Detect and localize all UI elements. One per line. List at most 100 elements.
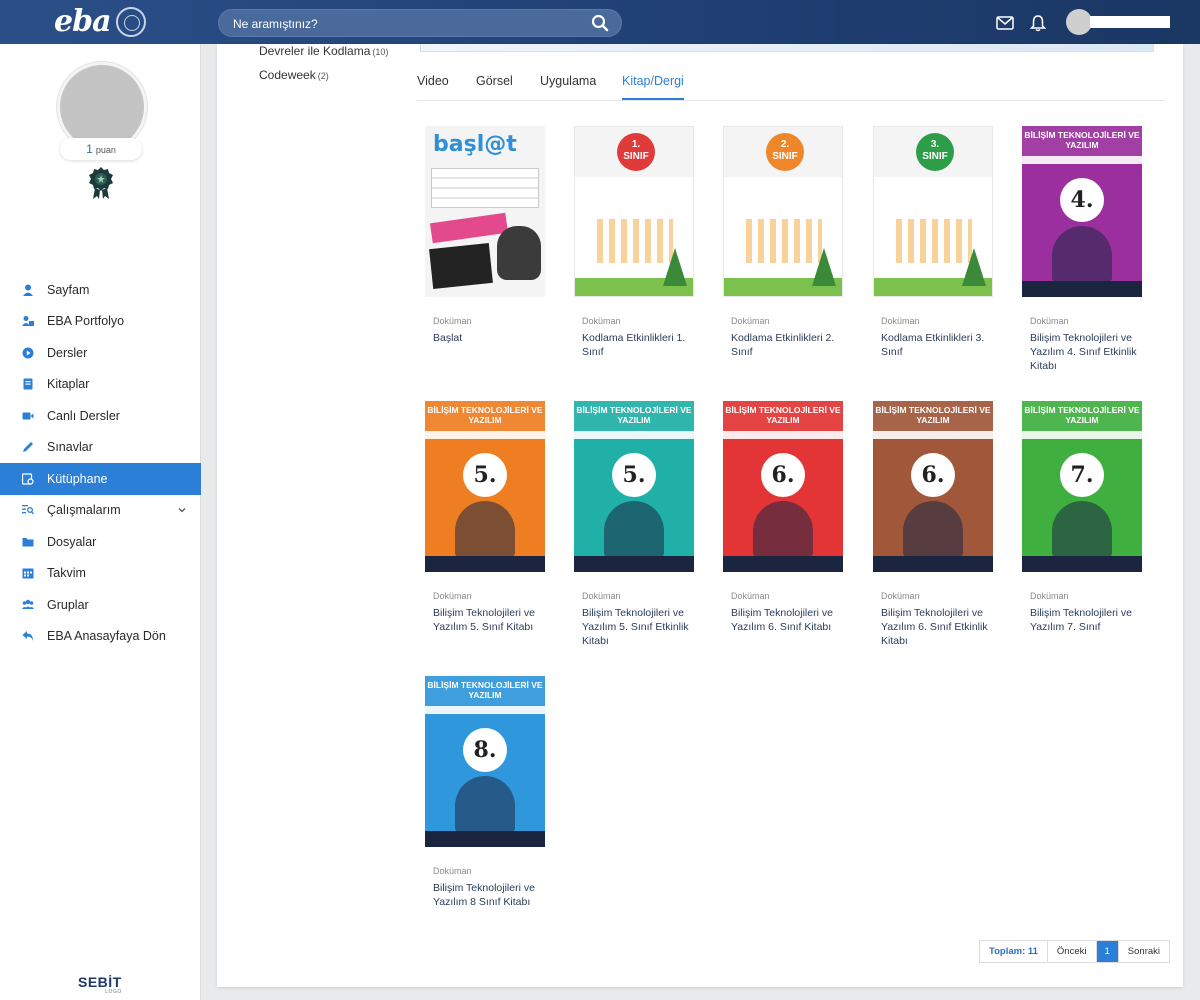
cover-band — [425, 556, 545, 572]
card-type: Doküman — [1030, 591, 1069, 601]
document-card[interactable]: 5. BİLİŞİM TEKNOLOJİLERİ VE YAZILIM Doküma… — [574, 401, 704, 647]
document-card[interactable]: 6. BİLİŞİM TEKNOLOJİLERİ VE YAZILIM Doküma… — [873, 401, 1003, 647]
sidebar-item-kitaplar[interactable]: Kitaplar — [0, 369, 201, 401]
cover-strip — [574, 431, 694, 439]
sidebar-item-kütüphane[interactable]: Kütüphane — [0, 463, 201, 495]
eba-logo[interactable]: eba — [54, 4, 112, 39]
card-title[interactable]: Bilişim Teknolojileri ve Yazılım 7. Sını… — [1030, 606, 1142, 634]
card-title[interactable]: Bilişim Teknolojileri ve Yazılım 5. Sını… — [582, 606, 694, 648]
sebit-logo: SEBİT LOGO — [78, 974, 122, 995]
list-search-icon — [22, 505, 34, 515]
tab-gorsel[interactable]: Görsel — [476, 74, 513, 98]
card-type: Doküman — [731, 591, 770, 601]
card-title[interactable]: Bilişim Teknolojileri ve Yazılım 6. Sını… — [881, 606, 993, 648]
sidebar-item-canlı-dersler[interactable]: Canlı Dersler — [0, 400, 201, 432]
sidebar-item-dersler[interactable]: Dersler — [0, 337, 201, 369]
cover-strip — [1022, 156, 1142, 164]
play-circle-icon — [22, 347, 34, 359]
pencil-icon — [23, 442, 33, 453]
card-type: Doküman — [731, 316, 770, 326]
pagination-prev-button[interactable]: Önceki — [1048, 941, 1097, 962]
document-card[interactable]: 7. BİLİŞİM TEKNOLOJİLERİ VE YAZILIM Doküma… — [1022, 401, 1152, 633]
book-cover[interactable]: 4. BİLİŞİM TEKNOLOJİLERİ VE YAZILIM — [1022, 126, 1142, 297]
document-card[interactable]: 2. SINIF Doküman Kodlama Etkinlikleri 2. S… — [723, 126, 853, 358]
sidebar-item-label: Canlı Dersler — [47, 408, 120, 423]
tab-uygulama[interactable]: Uygulama — [540, 74, 596, 98]
document-card[interactable]: 3. SINIF Doküman Kodlama Etkinlikleri 3. S… — [873, 126, 1003, 358]
cover-illustration — [455, 501, 515, 557]
sidebar-item-eba-portfolyo[interactable]: EBA Portfolyo — [0, 306, 201, 338]
category-item[interactable]: Codeweek (2) — [259, 68, 388, 92]
book-cover[interactable]: 8. BİLİŞİM TEKNOLOJİLERİ VE YAZILIM — [425, 676, 545, 847]
book-cover[interactable]: 5. BİLİŞİM TEKNOLOJİLERİ VE YAZILIM — [574, 401, 694, 572]
sidebar-item-label: Dosyalar — [47, 534, 97, 549]
card-title[interactable]: Bilişim Teknolojileri ve Yazılım 5. Sını… — [433, 606, 545, 634]
card-title[interactable]: Kodlama Etkinlikleri 2. Sınıf — [731, 331, 843, 359]
book-cover[interactable]: 6. BİLİŞİM TEKNOLOJİLERİ VE YAZILIM — [723, 401, 843, 572]
document-card[interactable]: 4. BİLİŞİM TEKNOLOJİLERİ VE YAZILIM Doküma… — [1022, 126, 1152, 372]
card-title[interactable]: Başlat — [433, 331, 545, 345]
category-count: (10) — [372, 47, 389, 57]
book-cover[interactable]: 7. BİLİŞİM TEKNOLOJİLERİ VE YAZILIM — [1022, 401, 1142, 572]
search-icon[interactable] — [591, 14, 609, 32]
chevron-down-icon[interactable] — [177, 505, 187, 515]
sidebar-item-gruplar[interactable]: Gruplar — [0, 589, 201, 621]
sidebar-item-dosyalar[interactable]: Dosyalar — [0, 526, 201, 558]
book-cover[interactable]: 1. SINIF — [574, 126, 694, 297]
tab-video[interactable]: Video — [417, 74, 449, 98]
card-title[interactable]: Kodlama Etkinlikleri 1. Sınıf — [582, 331, 694, 359]
search-input[interactable] — [233, 15, 583, 33]
tab-kitap-dergi[interactable]: Kitap/Dergi — [622, 74, 684, 100]
card-title[interactable]: Kodlama Etkinlikleri 3. Sınıf — [881, 331, 993, 359]
document-card[interactable]: 5. BİLİŞİM TEKNOLOJİLERİ VE YAZILIM Doküma… — [425, 401, 555, 633]
cover-title: BİLİŞİM TEKNOLOJİLERİ VE YAZILIM — [1024, 405, 1140, 425]
cover-title: BİLİŞİM TEKNOLOJİLERİ VE YAZILIM — [875, 405, 991, 425]
user-name-redacted[interactable] — [1090, 16, 1170, 28]
document-card[interactable]: 6. BİLİŞİM TEKNOLOJİLERİ VE YAZILIM Doküma… — [723, 401, 853, 633]
sidebar-item-sınavlar[interactable]: Sınavlar — [0, 432, 201, 464]
card-title[interactable]: Bilişim Teknolojileri ve Yazılım 8 Sınıf… — [433, 881, 545, 909]
sidebar-item-çalışmalarım[interactable]: Çalışmalarım — [0, 495, 201, 527]
document-card[interactable]: 8. BİLİŞİM TEKNOLOJİLERİ VE YAZILIM Doküma… — [425, 676, 555, 908]
card-type: Doküman — [433, 316, 472, 326]
search-box[interactable] — [218, 9, 622, 37]
book-cover[interactable]: başl@t — [425, 126, 545, 297]
card-title[interactable]: Bilişim Teknolojileri ve Yazılım 4. Sını… — [1030, 331, 1142, 373]
calendar-icon — [22, 568, 34, 579]
card-title[interactable]: Bilişim Teknolojileri ve Yazılım 6. Sını… — [731, 606, 843, 634]
book-cover[interactable]: 5. BİLİŞİM TEKNOLOJİLERİ VE YAZILIM — [425, 401, 545, 572]
sidebar-item-label: Kütüphane — [47, 471, 108, 486]
cover-illustration — [604, 501, 664, 557]
pagination-current-page[interactable]: 1 — [1096, 941, 1119, 962]
top-bar: eba — [0, 0, 1200, 44]
sidebar-item-label: Dersler — [47, 345, 88, 360]
cover-grade-number: 8. — [463, 728, 507, 772]
document-card[interactable]: 1. SINIF Doküman Kodlama Etkinlikleri 1. S… — [574, 126, 704, 358]
cover-tree — [962, 248, 986, 286]
mail-icon[interactable] — [996, 16, 1014, 30]
pagination-next-button[interactable]: Sonraki — [1119, 941, 1169, 962]
cover-band — [574, 556, 694, 572]
sidebar: 1 puan Sayfam EBA Portfolyo Dersler Kitaplar… — [0, 44, 201, 1000]
cover-grade-number: 6. — [911, 453, 955, 497]
sidebar-item-sayfam[interactable]: Sayfam — [0, 274, 201, 306]
book-icon — [23, 378, 33, 390]
award-badge-icon[interactable] — [86, 166, 116, 200]
group-icon — [22, 599, 34, 609]
book-cover[interactable]: 6. BİLİŞİM TEKNOLOJİLERİ VE YAZILIM — [873, 401, 993, 572]
user-avatar[interactable] — [1066, 9, 1092, 35]
cover-tree — [663, 248, 687, 286]
bell-icon[interactable] — [1030, 14, 1046, 32]
cover-icons — [896, 219, 972, 263]
card-type: Doküman — [881, 591, 920, 601]
book-cover[interactable]: 3. SINIF — [873, 126, 993, 297]
sidebar-item-takvim[interactable]: Takvim — [0, 558, 201, 590]
book-cover[interactable]: 2. SINIF — [723, 126, 843, 297]
cover-strip — [1022, 431, 1142, 439]
sidebar-item-label: Takvim — [47, 566, 86, 581]
card-type: Doküman — [881, 316, 920, 326]
document-card[interactable]: başl@t Doküman Başlat — [425, 126, 555, 344]
category-item[interactable]: Devreler ile Kodlama (10) — [259, 44, 388, 68]
cover-icons — [746, 219, 822, 263]
sidebar-item-eba-anasayfaya-dön[interactable]: EBA Anasayfaya Dön — [0, 621, 201, 653]
